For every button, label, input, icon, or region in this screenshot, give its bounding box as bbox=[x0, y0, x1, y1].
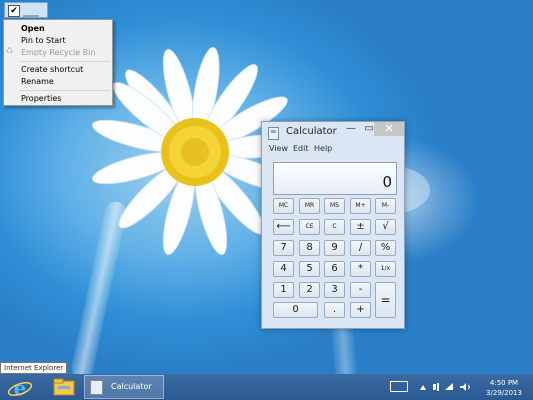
button-ms[interactable]: MS bbox=[324, 198, 345, 214]
menu-item-rename[interactable]: Rename bbox=[21, 76, 54, 88]
clock-date: 3/29/2013 bbox=[486, 389, 522, 397]
system-tray-icons[interactable] bbox=[416, 381, 476, 393]
button-backspace[interactable]: ⟵ bbox=[273, 219, 294, 235]
button-c[interactable]: C bbox=[324, 219, 345, 235]
button-m-minus[interactable]: M- bbox=[375, 198, 396, 214]
window-title: Calculator bbox=[286, 126, 337, 137]
system-clock[interactable]: 4:50 PM 3/29/2013 bbox=[478, 378, 530, 398]
button-6[interactable]: 6 bbox=[324, 261, 345, 277]
button-minus[interactable]: - bbox=[350, 282, 371, 298]
button-plus-minus[interactable]: ± bbox=[350, 219, 371, 235]
recycle-bin-desktop-icon[interactable]: ✔ bbox=[4, 2, 48, 18]
calculator-icon bbox=[90, 380, 103, 395]
minimize-button[interactable]: — bbox=[342, 122, 360, 136]
button-m-plus[interactable]: M+ bbox=[350, 198, 371, 214]
calculator-display: 0 bbox=[273, 162, 397, 195]
button-plus[interactable]: + bbox=[350, 302, 371, 318]
menu-item-pin-to-start[interactable]: Pin to Start bbox=[21, 35, 66, 47]
menu-help[interactable]: Help bbox=[314, 144, 332, 153]
recycle-icon: ♺ bbox=[6, 46, 14, 55]
menu-item-open[interactable]: Open bbox=[21, 23, 45, 35]
button-equals[interactable]: = bbox=[375, 282, 396, 318]
close-button[interactable]: ✕ bbox=[374, 122, 404, 136]
button-1[interactable]: 1 bbox=[273, 282, 294, 298]
button-3[interactable]: 3 bbox=[324, 282, 345, 298]
button-mr[interactable]: MR bbox=[299, 198, 320, 214]
menu-separator bbox=[19, 90, 110, 91]
button-multiply[interactable]: * bbox=[350, 261, 371, 277]
display-value: 0 bbox=[382, 173, 392, 191]
button-reciprocal[interactable]: 1/x bbox=[375, 261, 396, 277]
button-ce[interactable]: CE bbox=[299, 219, 320, 235]
button-mc[interactable]: MC bbox=[273, 198, 294, 214]
context-menu: Open Pin to Start ♺ Empty Recycle Bin Cr… bbox=[3, 19, 113, 106]
taskbar-calculator-label: Calculator bbox=[111, 382, 152, 391]
touch-keyboard-icon[interactable] bbox=[390, 381, 408, 392]
menu-item-properties[interactable]: Properties bbox=[21, 93, 61, 105]
checkbox-icon[interactable]: ✔ bbox=[8, 5, 20, 17]
calculator-app-icon bbox=[268, 127, 279, 140]
button-sqrt[interactable]: √ bbox=[375, 219, 396, 235]
file-explorer-icon[interactable] bbox=[51, 376, 77, 398]
menu-edit[interactable]: Edit bbox=[293, 144, 309, 153]
menu-view[interactable]: View bbox=[269, 144, 288, 153]
taskbar-calculator-button[interactable]: Calculator bbox=[84, 375, 164, 399]
button-0[interactable]: 0 bbox=[273, 302, 318, 318]
button-5[interactable]: 5 bbox=[299, 261, 320, 277]
menu-item-empty-recycle-bin[interactable]: Empty Recycle Bin bbox=[21, 47, 95, 59]
button-percent[interactable]: % bbox=[375, 240, 396, 256]
internet-explorer-tooltip: Internet Explorer bbox=[0, 362, 68, 374]
clock-time: 4:50 PM bbox=[489, 379, 519, 387]
calculator-window: Calculator — ▭ ✕ View Edit Help 0 MC MR … bbox=[261, 121, 405, 329]
menu-item-create-shortcut[interactable]: Create shortcut bbox=[21, 64, 83, 76]
button-divide[interactable]: / bbox=[350, 240, 371, 256]
button-decimal[interactable]: . bbox=[324, 302, 345, 318]
button-8[interactable]: 8 bbox=[299, 240, 320, 256]
menu-separator bbox=[19, 61, 110, 62]
button-2[interactable]: 2 bbox=[299, 282, 320, 298]
button-4[interactable]: 4 bbox=[273, 261, 294, 277]
button-7[interactable]: 7 bbox=[273, 240, 294, 256]
internet-explorer-icon[interactable]: e bbox=[6, 377, 34, 399]
button-9[interactable]: 9 bbox=[324, 240, 345, 256]
recycle-bin-icon bbox=[23, 5, 39, 17]
